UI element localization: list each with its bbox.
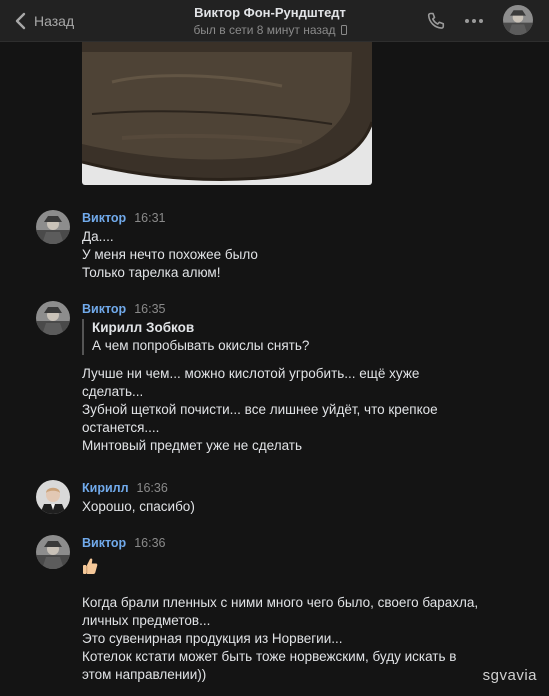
avatar-image: [36, 535, 70, 569]
message-time[interactable]: 16:35: [134, 302, 165, 316]
avatar-image: [503, 5, 533, 35]
message-line: Когда брали пленных с ними много чего бы…: [82, 595, 479, 610]
message-text: Да.... У меня нечто похожее было Только …: [82, 228, 512, 282]
thumbs-up-icon: [83, 558, 98, 574]
avatar[interactable]: [36, 535, 70, 569]
attached-photo[interactable]: [82, 42, 372, 185]
message-text: Когда брали пленных с ними много чего бы…: [82, 553, 512, 684]
author-name[interactable]: Виктор: [82, 302, 126, 316]
watermark: sgvavia: [482, 667, 537, 684]
mobile-phone-icon: [340, 25, 347, 35]
author-name[interactable]: Кирилл: [82, 481, 129, 495]
avatar[interactable]: [36, 301, 70, 335]
author-name[interactable]: Виктор: [82, 211, 126, 225]
message-meta: Кирилл 16:36: [82, 480, 168, 496]
message-line: этом направлении)): [82, 667, 207, 682]
message-line: Лучше ни чем... можно кислотой угробить.…: [82, 366, 420, 381]
chat-header: Назад Виктор Фон-Рундштедт был в сети 8 …: [0, 0, 549, 42]
message-line: Только тарелка алюм!: [82, 265, 221, 280]
message-text: Хорошо, спасибо): [82, 498, 512, 516]
message-line: Котелок кстати может быть тоже норвежски…: [82, 649, 457, 664]
message-time[interactable]: 16:31: [134, 211, 165, 225]
message-line: Зубной щеткой почисти... все лишнее уйдё…: [82, 402, 438, 417]
avatar-image: [36, 480, 70, 514]
message-meta: Виктор 16:31: [82, 210, 165, 226]
message-text: Кирилл Зобков А чем попробывать окислы с…: [82, 319, 512, 455]
message-line: останется....: [82, 420, 160, 435]
message-line: У меня нечто похожее было: [82, 247, 258, 262]
message-meta: Виктор 16:35: [82, 301, 165, 317]
reply-quote[interactable]: Кирилл Зобков А чем попробывать окислы с…: [82, 319, 512, 355]
conversation-title-block[interactable]: Виктор Фон-Рундштедт был в сети 8 минут …: [140, 4, 400, 38]
more-horizontal-icon[interactable]: [462, 9, 486, 33]
back-button[interactable]: Назад: [12, 10, 74, 32]
photo-image: [82, 42, 372, 185]
contact-name: Виктор Фон-Рундштедт: [194, 5, 346, 20]
message-line: Хорошо, спасибо): [82, 499, 195, 514]
message-line: Да....: [82, 229, 114, 244]
message-line: Это сувенирная продукция из Норвегии...: [82, 631, 343, 646]
message-history[interactable]: Виктор 16:31 Да.... У меня нечто похожее …: [0, 42, 549, 696]
message-meta: Виктор 16:36: [82, 535, 165, 551]
avatar[interactable]: [36, 480, 70, 514]
message-time[interactable]: 16:36: [134, 536, 165, 550]
chevron-left-icon: [15, 12, 26, 30]
last-seen-text: был в сети 8 минут назад: [193, 23, 336, 37]
avatar-image: [36, 301, 70, 335]
contact-avatar[interactable]: [503, 5, 533, 35]
quote-text: А чем попробывать окислы снять?: [92, 338, 310, 353]
author-name[interactable]: Виктор: [82, 536, 126, 550]
message-line: личных предметов...: [82, 613, 211, 628]
quote-author: Кирилл Зобков: [92, 320, 195, 335]
message-time[interactable]: 16:36: [137, 481, 168, 495]
phone-icon[interactable]: [424, 9, 448, 33]
avatar-image: [36, 210, 70, 244]
back-label: Назад: [34, 13, 75, 29]
avatar[interactable]: [36, 210, 70, 244]
message-line: сделать...: [82, 384, 144, 399]
online-status: был в сети 8 минут назад: [140, 22, 400, 38]
message-line: Минтовый предмет уже не сделать: [82, 438, 303, 453]
